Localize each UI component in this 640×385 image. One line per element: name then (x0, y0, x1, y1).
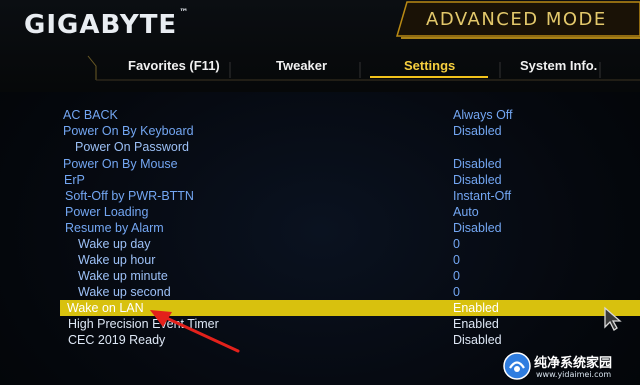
watermark-url: www.yidaimei.com (536, 370, 612, 379)
annotation-arrow-icon (150, 310, 240, 353)
watermark-logo-icon (503, 352, 531, 380)
watermark: 纯净系统家园 www.yidaimei.com (500, 350, 636, 382)
mouse-cursor-icon (604, 306, 622, 331)
watermark-title: 纯净系统家园 (534, 356, 613, 371)
bios-screen: GIGABYTE ™ ADVANCED MODE Favorites (F11) … (0, 0, 640, 385)
